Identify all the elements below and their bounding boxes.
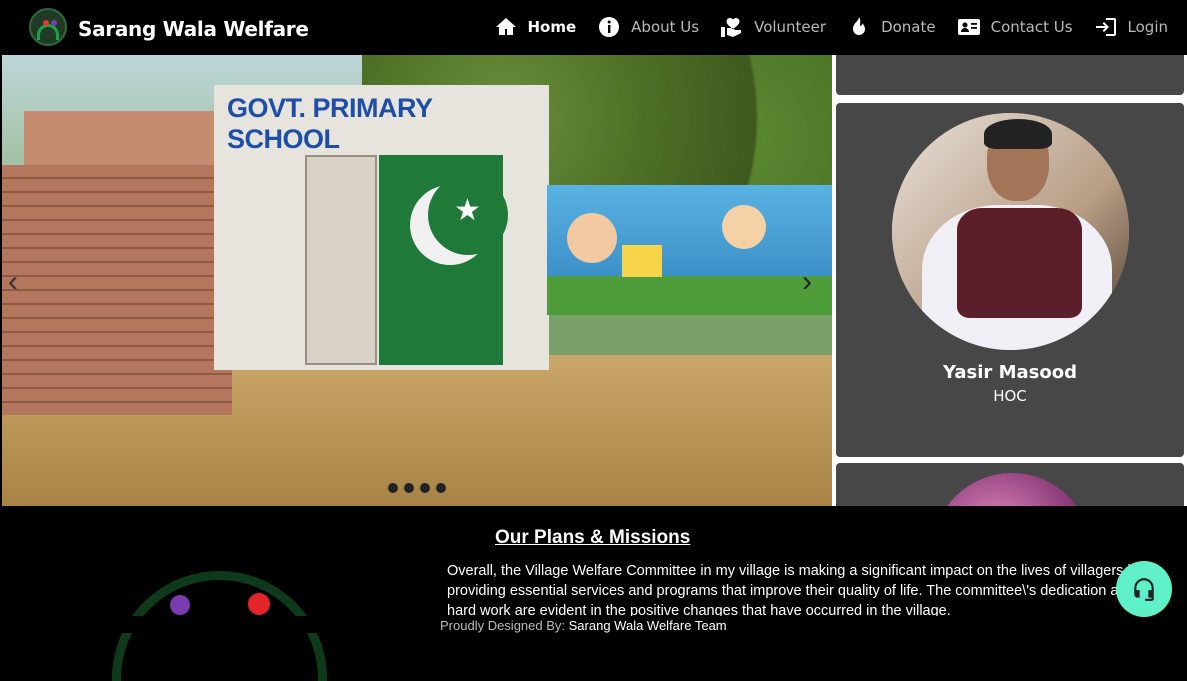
carousel-indicator[interactable] [388,483,398,493]
carousel-indicator[interactable] [420,483,430,493]
logo-dot-purple [170,595,190,615]
nav-item-donate[interactable]: Donate [847,15,936,39]
hero-carousel[interactable]: GOVT. PRIMARY SCHOOL ★ ‹ › [2,55,832,506]
member-card [836,55,1184,95]
logo-dot-red [248,593,270,615]
nav-item-label: Home [527,18,577,36]
nav-item-label: Contact Us [990,18,1073,36]
nav-item-login[interactable]: Login [1094,15,1168,39]
contact-card-icon [957,19,980,35]
plans-text-line: providing essential services and program… [447,583,1135,599]
nav-item-label: Donate [881,18,936,36]
carousel-next-chevron-icon[interactable]: › [802,265,812,299]
plans-title: Our Plans & Missions [495,527,691,548]
member-avatar [892,113,1129,350]
carousel-indicator[interactable] [404,483,414,493]
home-icon [495,18,516,35]
login-icon [1095,18,1116,36]
member-card: Yasir Masood HOC [836,103,1184,457]
school-sign-text: GOVT. PRIMARY SCHOOL [227,93,433,154]
member-name: Yasir Masood [943,362,1077,383]
carousel-slide-image: GOVT. PRIMARY SCHOOL ★ [2,55,832,506]
top-navbar: Sarang Wala Welfare Home About Us Volunt… [0,0,1187,55]
nav-item-volunteer[interactable]: Volunteer [720,15,826,39]
brand-logo[interactable] [29,8,67,46]
carousel-prev-chevron-icon[interactable]: ‹ [8,265,18,299]
carousel-indicators [388,483,452,493]
support-chat-button[interactable] [1116,561,1172,617]
member-card [836,463,1184,506]
plans-missions-section: Our Plans & Missions Overall, the Villag… [0,506,1187,681]
nav-item-label: Login [1127,18,1168,36]
nav-menu: Home About Us Volunteer Donate Contact U… [473,15,1168,39]
team-members-scroll[interactable]: Yasir Masood HOC [832,55,1187,506]
member-role: HOC [993,387,1027,405]
member-avatar [932,473,1092,506]
plans-description: Overall, the Village Welfare Committee i… [447,561,1187,621]
nav-item-contact-us[interactable]: Contact Us [957,15,1073,39]
donate-icon [853,17,866,35]
support-headset-icon [1134,578,1154,601]
nav-item-home[interactable]: Home [494,15,577,39]
footer-prefix: Proudly Designed By: [440,618,566,633]
info-icon [599,17,620,37]
plans-text-line: Overall, the Village Welfare Committee i… [447,563,1143,579]
volunteer-hand-heart-icon [721,18,742,37]
footer-team: Sarang Wala Welfare Team [568,618,727,633]
nav-item-label: Volunteer [754,18,827,36]
carousel-indicator[interactable] [436,483,446,493]
footer-credit: Proudly Designed By: Sarang Wala Welfare… [440,618,727,633]
nav-item-label: About Us [631,18,700,36]
brand-title[interactable]: Sarang Wala Welfare [78,17,309,41]
nav-item-about-us[interactable]: About Us [597,15,699,39]
